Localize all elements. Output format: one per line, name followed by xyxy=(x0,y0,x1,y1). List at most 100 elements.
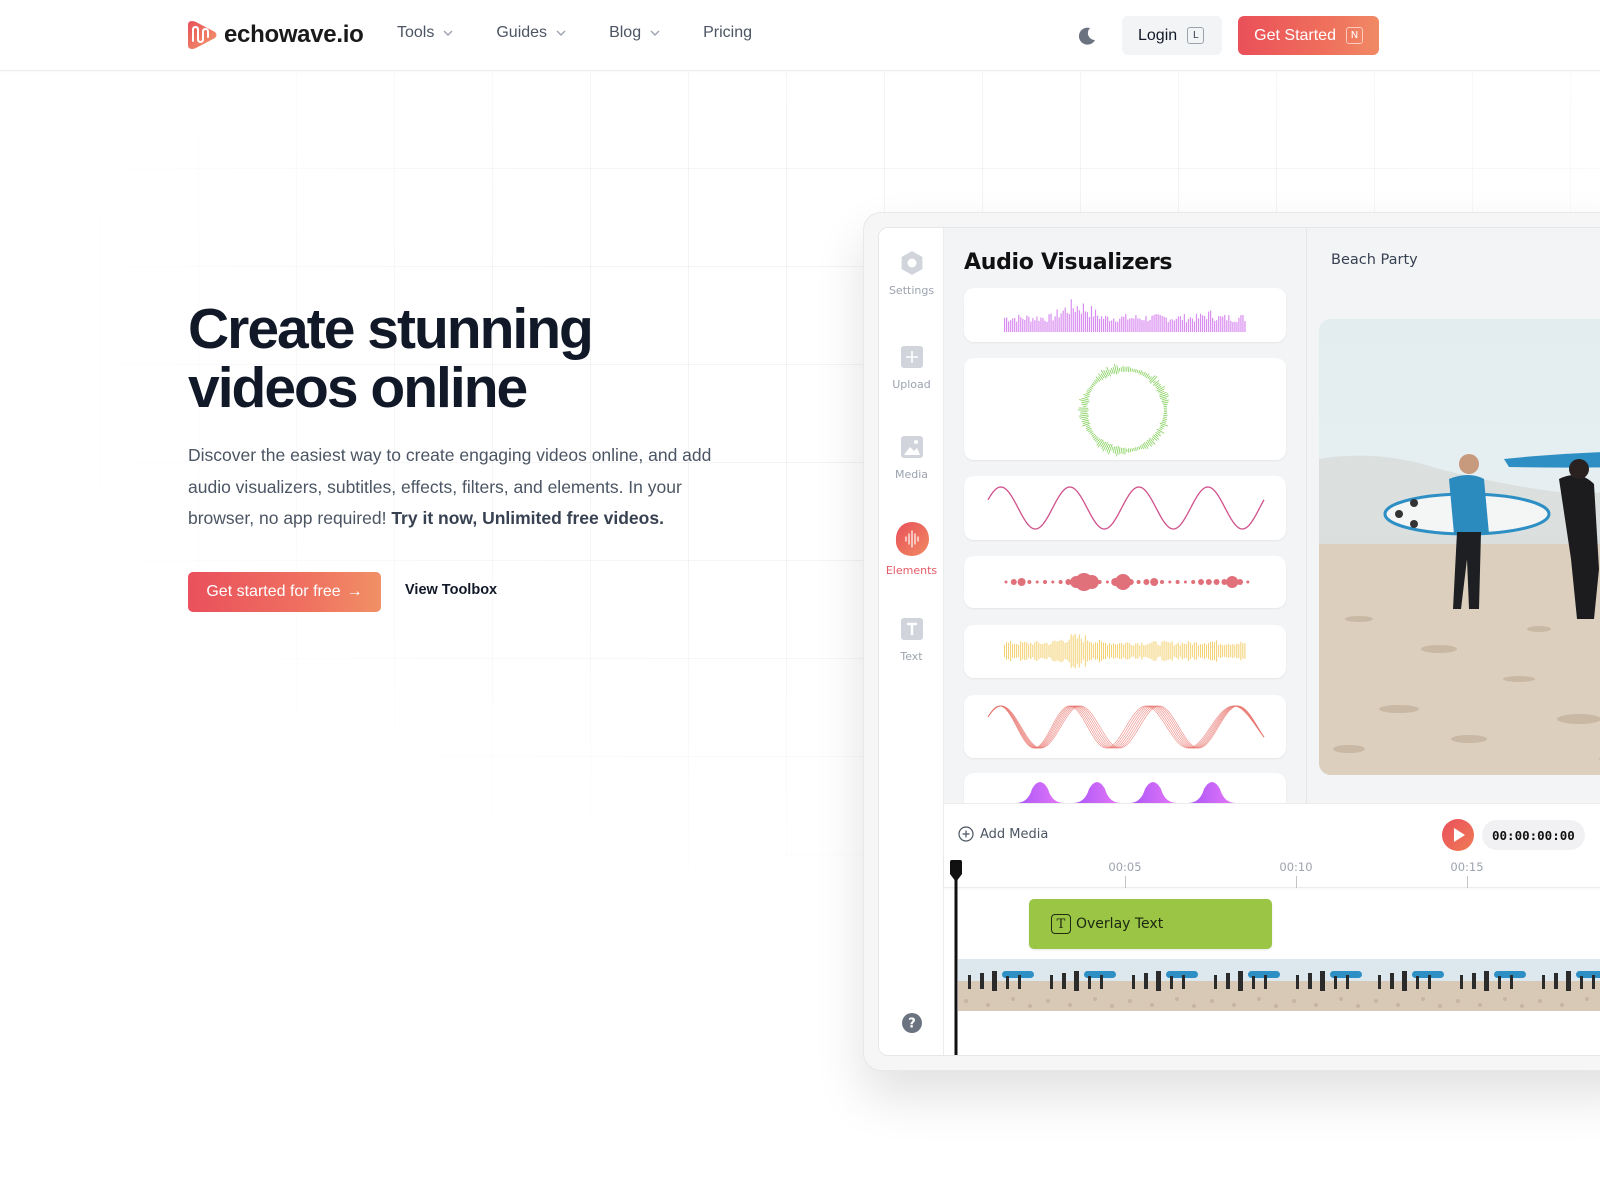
mirror-bar xyxy=(1006,642,1008,660)
circle-wave-tick xyxy=(1089,386,1093,389)
nav-guides-label: Guides xyxy=(496,24,548,41)
circle-wave-tick xyxy=(1133,447,1135,452)
spectrum-bar xyxy=(1044,320,1046,332)
visualizer-circular-wave[interactable] xyxy=(964,358,1286,460)
wave-dot xyxy=(1246,580,1250,584)
circle-wave-tick xyxy=(1112,446,1116,454)
tick-label: 00:05 xyxy=(1108,860,1142,874)
circle-wave-tick xyxy=(1151,437,1155,441)
playhead-handle[interactable] xyxy=(948,860,964,1056)
mirror-bar xyxy=(1032,644,1034,658)
spectrum-bar xyxy=(1098,318,1101,332)
spectrum-bar xyxy=(1139,318,1141,332)
login-button[interactable]: Login L xyxy=(1122,16,1223,55)
circle-wave-tick xyxy=(1152,380,1156,384)
visualizer-dot-wave[interactable] xyxy=(964,556,1286,608)
visualizer-bar-spectrum[interactable] xyxy=(964,288,1286,342)
visualizer-multi-sine[interactable] xyxy=(964,695,1286,758)
spectrum-bar xyxy=(1234,321,1236,332)
visualizer-mirrored-bars[interactable] xyxy=(964,625,1286,678)
circle-wave-tick xyxy=(1084,396,1089,399)
spectrum-bar xyxy=(1206,319,1208,332)
spectrum-bar xyxy=(1046,321,1048,332)
wave-dot xyxy=(1058,580,1063,584)
visualizer-sine-line[interactable] xyxy=(964,476,1286,540)
mirror-bar xyxy=(1155,641,1157,661)
nav-guides[interactable]: Guides xyxy=(496,24,567,42)
top-navbar: echowave.io Tools Guides Blog Pricing Lo… xyxy=(0,0,1600,71)
timeline-ruler[interactable]: 00:05 00:10 00:15 xyxy=(944,854,1600,888)
mirror-bar xyxy=(1084,635,1086,667)
sidebar-item-text[interactable]: Text xyxy=(879,616,944,663)
wave-dot xyxy=(1198,579,1204,585)
mirror-bar xyxy=(1020,641,1022,661)
get-started-shortcut-badge: N xyxy=(1345,27,1363,44)
mirror-bar xyxy=(1102,642,1104,660)
spectrum-bar xyxy=(1088,317,1091,332)
brand-logo[interactable]: echowave.io xyxy=(188,19,364,51)
wave-dot xyxy=(1043,580,1047,584)
mirror-bar xyxy=(1189,642,1191,660)
spectrum-bar xyxy=(1238,317,1240,332)
sidebar-label-settings: Settings xyxy=(888,284,935,297)
spectrum-bar xyxy=(1153,314,1155,332)
timeline: Add Media 00:00:00:00 00:05 00:10 00:15 xyxy=(944,803,1600,1055)
mirror-bar xyxy=(1195,642,1197,660)
mirror-bar xyxy=(1024,641,1026,661)
hero-description-bold: Try it now, Unlimited free videos. xyxy=(391,508,664,528)
mirror-bar xyxy=(1046,642,1048,660)
circle-wave-tick xyxy=(1086,389,1092,393)
spectrum-bar xyxy=(1123,316,1125,332)
spectrum-bar xyxy=(1034,320,1036,332)
visualizer-blob-peaks[interactable] xyxy=(964,773,1286,803)
get-started-free-button[interactable]: Get started for free → xyxy=(188,572,381,612)
mirror-bar xyxy=(1125,642,1127,660)
editor-sidebar: Settings Upload Media Elements Text ? xyxy=(879,228,944,1055)
sidebar-label-upload: Upload xyxy=(892,378,931,391)
spectrum-bar xyxy=(1078,310,1080,332)
mirror-bar xyxy=(1232,643,1234,659)
spectrum-bar xyxy=(1159,314,1161,332)
chevron-down-icon xyxy=(650,30,660,36)
spectrum-bar xyxy=(1022,318,1024,332)
nav-blog[interactable]: Blog xyxy=(609,24,661,42)
mirror-bar xyxy=(1228,643,1230,659)
mirror-bar xyxy=(1234,645,1236,657)
circle-wave-tick xyxy=(1098,373,1104,380)
circle-wave-tick xyxy=(1095,378,1099,383)
mirror-bar xyxy=(1167,642,1169,660)
nav-tools[interactable]: Tools xyxy=(397,24,454,42)
circle-wave-tick xyxy=(1089,430,1093,434)
mirror-bar xyxy=(1181,642,1183,660)
mirror-bar xyxy=(1052,640,1054,662)
sidebar-item-settings[interactable]: Settings xyxy=(879,250,944,297)
view-toolbox-link[interactable]: View Toolbox xyxy=(405,582,497,598)
get-started-button[interactable]: Get Started N xyxy=(1238,16,1379,55)
sidebar-item-elements[interactable]: Elements xyxy=(879,520,944,577)
spectrum-bar xyxy=(1008,321,1010,332)
nav-pricing[interactable]: Pricing xyxy=(703,24,752,42)
sidebar-item-media[interactable]: Media xyxy=(879,434,944,481)
wave-dot xyxy=(1191,580,1196,584)
mirror-bar xyxy=(1220,643,1222,659)
wave-dot xyxy=(1160,580,1164,584)
overlay-text-clip[interactable]: T Overlay Text xyxy=(1029,899,1272,949)
mirror-bar xyxy=(1010,641,1012,661)
moon-icon[interactable] xyxy=(1076,25,1098,47)
spectrum-bar xyxy=(1135,315,1137,332)
spectrum-bar xyxy=(1183,314,1185,332)
svg-text:?: ? xyxy=(908,1017,916,1032)
sine-line-preview xyxy=(987,486,1265,530)
circle-wave-tick xyxy=(1136,369,1139,374)
spectrum-bar xyxy=(1218,315,1220,332)
help-icon[interactable]: ? xyxy=(902,1013,922,1033)
mirror-bar xyxy=(1177,642,1179,660)
mirror-bar xyxy=(1153,641,1155,661)
mirror-bar xyxy=(1203,643,1205,659)
video-track[interactable] xyxy=(958,959,1600,1011)
circle-wave-tick xyxy=(1163,416,1167,418)
blob-peak xyxy=(1016,782,1064,803)
play-icon[interactable] xyxy=(1442,819,1474,851)
sidebar-item-upload[interactable]: Upload xyxy=(879,344,944,391)
add-media-button[interactable]: Add Media xyxy=(958,826,1048,842)
